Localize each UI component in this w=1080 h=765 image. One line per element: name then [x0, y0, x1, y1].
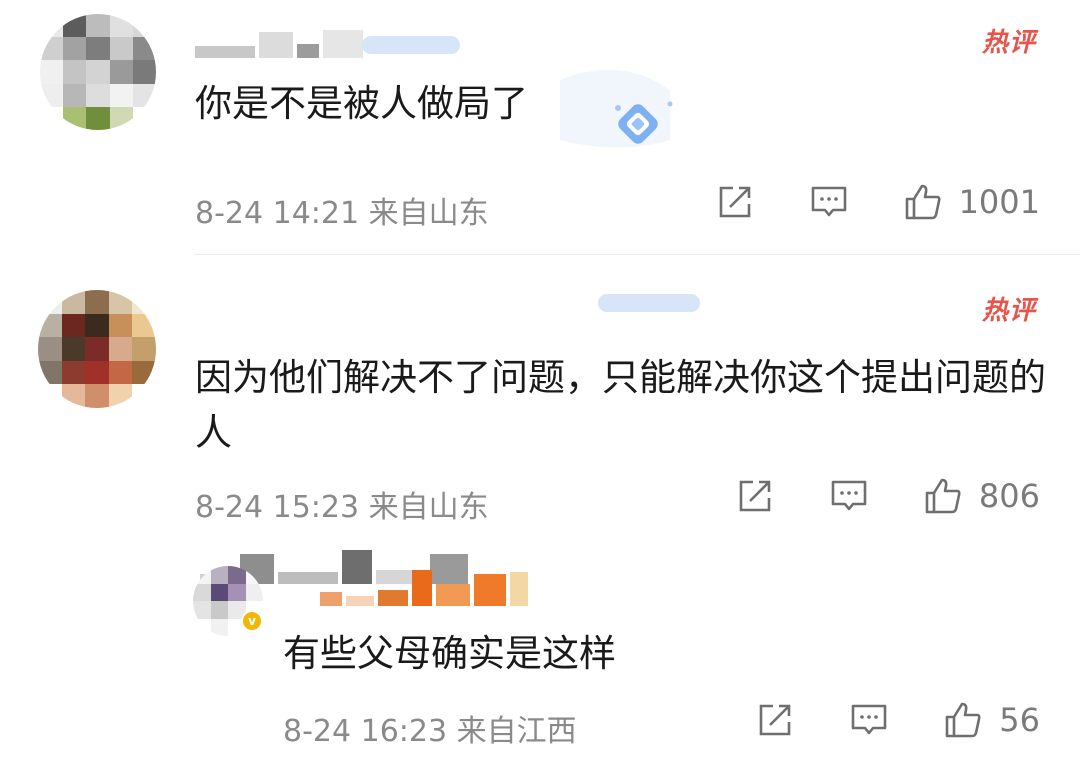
- comment-time: 8-24 14:21: [195, 196, 360, 231]
- thumbs-up-icon[interactable]: [923, 476, 963, 516]
- comment-item: 热评 因为他们解决不了问题，只能解决你这个提出问题的人 8-24 15:23 来…: [0, 258, 1080, 584]
- share-icon[interactable]: [735, 476, 775, 516]
- like-count: 806: [978, 477, 1040, 515]
- share-icon[interactable]: [715, 182, 755, 222]
- share-icon[interactable]: [755, 700, 795, 740]
- comment-text[interactable]: 有些父母确实是这样: [283, 626, 616, 681]
- thumbs-up-icon[interactable]: [903, 182, 943, 222]
- like-count: 1001: [958, 183, 1040, 221]
- reply-item: v 有些父母确实是这样 8-24 16:23 来自江西 56: [0, 560, 1080, 765]
- comment-location: 来自山东: [368, 490, 489, 525]
- divider: [195, 254, 1080, 255]
- comment-meta: 8-24 15:23 来自山东: [195, 482, 489, 526]
- comment-item: 热评 你是不是被人做局了 8-24 14:21 来自山东 1001: [0, 0, 1080, 255]
- comment-time: 8-24 15:23: [195, 490, 360, 525]
- comment-list: 热评 你是不是被人做局了 8-24 14:21 来自山东 1001 热评 因为他…: [0, 0, 1080, 765]
- avatar[interactable]: [40, 14, 156, 130]
- comment-meta: 8-24 14:21 来自山东: [195, 188, 489, 232]
- comment-actions: 806: [735, 476, 1040, 516]
- user-level-badge: [598, 294, 700, 312]
- username-obscured[interactable]: [320, 566, 528, 606]
- comment-location: 来自山东: [368, 196, 489, 231]
- user-level-badge: [362, 36, 460, 54]
- bubble-decoration-icon: [560, 69, 673, 148]
- thumbs-up-icon[interactable]: [943, 700, 983, 740]
- comment-icon[interactable]: [809, 182, 849, 222]
- hot-comment-label: 热评: [981, 28, 1036, 58]
- comment-icon[interactable]: [849, 700, 889, 740]
- comment-actions: 1001: [715, 182, 1040, 222]
- like-count: 56: [999, 701, 1040, 739]
- comment-actions: 56: [755, 700, 1040, 740]
- comment-time: 8-24 16:23: [283, 714, 448, 749]
- avatar[interactable]: [38, 290, 156, 408]
- comment-location: 来自江西: [456, 714, 577, 749]
- hot-comment-label: 热评: [981, 296, 1036, 326]
- verified-badge-icon: v: [241, 610, 263, 632]
- comment-text[interactable]: 你是不是被人做局了: [195, 76, 528, 131]
- username-obscured[interactable]: [195, 30, 363, 58]
- comment-icon[interactable]: [829, 476, 869, 516]
- comment-meta: 8-24 16:23 来自江西: [283, 706, 577, 750]
- comment-text[interactable]: 因为他们解决不了问题，只能解决你这个提出问题的人: [195, 350, 1055, 460]
